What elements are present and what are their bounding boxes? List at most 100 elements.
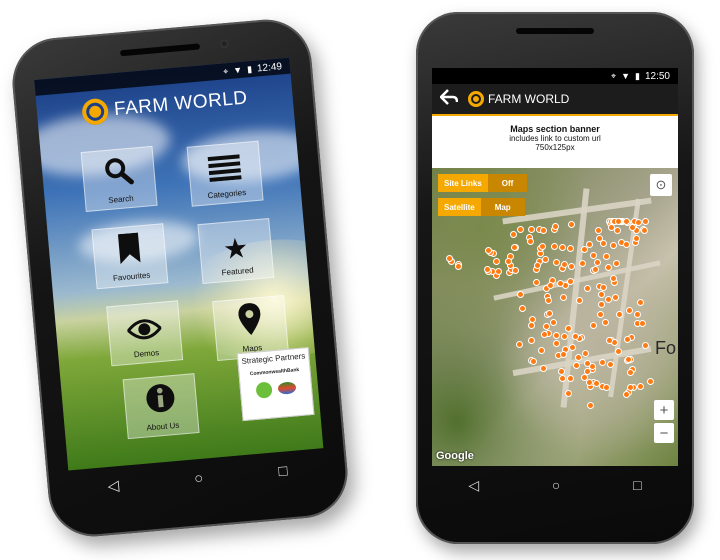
map-pin-marker[interactable] (614, 227, 622, 235)
map-pin-marker[interactable] (515, 340, 523, 348)
tile-about-us[interactable]: About Us (122, 373, 200, 440)
map-pin-marker[interactable] (539, 364, 547, 372)
map-pin-marker[interactable] (597, 311, 605, 319)
map-pin-marker[interactable] (558, 243, 566, 251)
map-pin-marker[interactable] (528, 337, 536, 345)
map-pin-marker[interactable] (572, 361, 580, 369)
recents-button[interactable]: □ (633, 477, 641, 493)
map-pin-marker[interactable] (539, 243, 547, 251)
map-pin-marker[interactable] (600, 284, 608, 291)
map-pin-marker[interactable] (593, 259, 601, 267)
strategic-partners-panel[interactable]: Strategic Partners CommonwealthBank (236, 347, 315, 422)
map-pin-marker[interactable] (622, 218, 630, 225)
map-pin-marker[interactable] (640, 226, 648, 234)
maps-banner[interactable]: Maps section banner includes link to cus… (432, 116, 678, 168)
map-pin-marker[interactable] (598, 359, 606, 367)
tile-search[interactable]: Search (80, 145, 158, 212)
tile-demos[interactable]: Demos (106, 300, 184, 367)
my-location-button[interactable]: ⊙ (650, 174, 672, 196)
map-pin-marker[interactable] (633, 310, 641, 318)
tile-categories[interactable]: Categories (186, 140, 264, 207)
map-pin-marker[interactable] (601, 319, 609, 327)
map-pin-marker[interactable] (624, 355, 632, 363)
map-pin-marker[interactable] (624, 336, 632, 344)
map-pin-marker[interactable] (603, 252, 611, 260)
map-pin-marker[interactable] (614, 218, 622, 225)
map-pin-marker[interactable] (590, 251, 598, 259)
map-pin-marker[interactable] (637, 299, 645, 307)
map-pin-marker[interactable] (610, 241, 618, 249)
map-pin-marker[interactable] (516, 290, 524, 298)
map-pin-marker[interactable] (505, 257, 513, 265)
map-pin-marker[interactable] (592, 379, 600, 387)
map-pin-marker[interactable] (552, 222, 560, 230)
map-pin-marker[interactable] (622, 390, 630, 398)
map-pin-marker[interactable] (647, 378, 655, 386)
back-button[interactable]: ◁ (468, 477, 479, 494)
map-pin-marker[interactable] (560, 294, 568, 302)
map-pin-marker[interactable] (511, 243, 519, 251)
map-pin-marker[interactable] (567, 263, 575, 271)
map-pin-marker[interactable] (538, 346, 546, 354)
map-pin-marker[interactable] (569, 344, 577, 352)
map-pin-marker[interactable] (584, 367, 592, 375)
map-pin-marker[interactable] (564, 389, 572, 397)
map-pin-marker[interactable] (540, 226, 548, 234)
map-pin-marker[interactable] (583, 284, 591, 292)
map-pin-marker[interactable] (543, 322, 551, 330)
map-pin-marker[interactable] (455, 262, 463, 270)
map-pin-marker[interactable] (579, 260, 587, 268)
map-pin-marker[interactable] (553, 259, 561, 267)
map-pin-marker[interactable] (550, 319, 558, 327)
map-pin-marker[interactable] (626, 383, 634, 391)
map-pin-marker[interactable] (546, 310, 554, 318)
map-pin-marker[interactable] (597, 300, 605, 308)
map-pin-marker[interactable] (567, 220, 575, 228)
back-button[interactable]: ◁ (107, 476, 120, 495)
map-pin-marker[interactable] (606, 361, 614, 369)
tile-featured[interactable]: ★ Featured (197, 218, 275, 285)
map-pin-marker[interactable] (605, 263, 613, 271)
map-pin-marker[interactable] (567, 374, 575, 382)
map-pin-marker[interactable] (592, 265, 600, 273)
map-pin-marker[interactable] (586, 241, 594, 249)
map-pin-marker[interactable] (519, 304, 527, 312)
map-pin-marker[interactable] (576, 296, 584, 304)
map-pin-marker[interactable] (612, 259, 620, 267)
map-pin-marker[interactable] (605, 295, 613, 303)
map-pin-marker[interactable] (493, 258, 501, 266)
map-pin-marker[interactable] (558, 374, 566, 382)
map-pin-marker[interactable] (638, 319, 646, 327)
map-pin-marker[interactable] (550, 243, 558, 251)
map-pin-marker[interactable] (566, 245, 574, 253)
map-pin-marker[interactable] (597, 291, 605, 299)
map-pin-marker[interactable] (528, 226, 536, 234)
map-pin-marker[interactable] (485, 246, 493, 254)
map-pin-marker[interactable] (595, 227, 603, 235)
map-pin-marker[interactable] (589, 321, 597, 329)
recents-button[interactable]: □ (278, 462, 289, 480)
map-pin-marker[interactable] (530, 358, 538, 366)
satellite-map[interactable]: Site Links Off Satellite Map ⊙ Fo + − Go… (432, 168, 678, 466)
map-pin-marker[interactable] (606, 336, 614, 344)
zoom-in-button[interactable]: + (654, 400, 674, 420)
home-button[interactable]: ○ (552, 477, 560, 493)
zoom-out-button[interactable]: − (654, 423, 674, 443)
map-pin-marker[interactable] (636, 383, 644, 390)
map-pin-marker[interactable] (642, 218, 650, 225)
map-pin-marker[interactable] (483, 266, 491, 274)
map-pin-marker[interactable] (560, 260, 568, 268)
map-pin-marker[interactable] (560, 350, 568, 358)
tile-favourites[interactable]: Favourites (91, 223, 169, 290)
map-pin-marker[interactable] (556, 279, 564, 287)
map-pin-marker[interactable] (635, 218, 643, 226)
map-pin-marker[interactable] (540, 330, 548, 338)
map-pin-marker[interactable] (528, 322, 536, 330)
map-pin-marker[interactable] (517, 226, 525, 234)
map-pin-marker[interactable] (526, 237, 534, 245)
map-pin-marker[interactable] (633, 234, 640, 242)
home-button[interactable]: ○ (193, 469, 204, 487)
map-pin-marker[interactable] (544, 296, 552, 304)
map-pin-marker[interactable] (553, 332, 561, 340)
map-pin-marker[interactable] (628, 223, 636, 231)
